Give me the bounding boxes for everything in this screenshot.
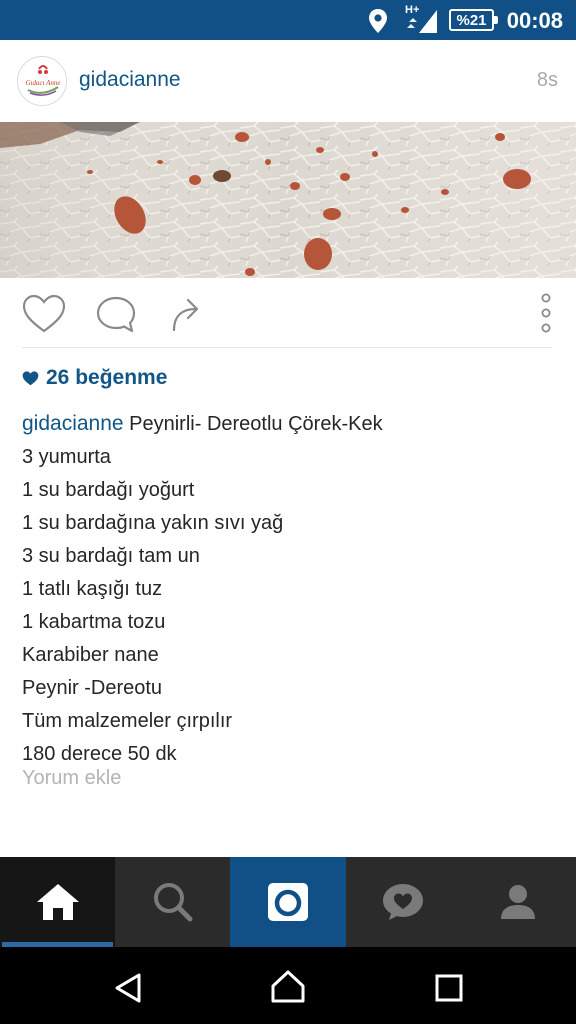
like-heart-icon [22,370,39,385]
back-icon[interactable] [111,971,145,1005]
camera-icon [267,883,308,921]
post-actions [0,278,576,348]
navigation-bar [0,947,576,1024]
caption-line: 1 su bardağına yakın sıvı yağ [22,512,284,534]
signal-icon [407,10,437,33]
search-icon [153,883,193,922]
activity-icon [383,884,424,920]
add-comment-link[interactable]: Yorum ekle [22,767,121,790]
avatar[interactable]: Gıdacı Anne [17,56,67,106]
tab-home[interactable] [0,857,116,947]
divider [22,347,552,348]
caption-line: Karabiber nane [22,644,159,666]
heart-icon[interactable] [22,294,66,334]
post-header: Gıdacı Anne gidacianne 8s [0,40,576,122]
caption-line: Peynir -Dereotu [22,677,163,699]
profile-icon [501,885,536,919]
caption-line: Tüm malzemeler çırpılır [22,710,233,732]
photo-image [0,122,576,278]
recents-icon[interactable] [434,973,464,1003]
more-icon[interactable] [538,293,554,335]
post-time: 8s [536,69,558,91]
status-bar: H+ %21 00:08 [0,0,576,40]
location-icon [369,9,387,33]
avatar-logo-icon: Gıdacı Anne [19,58,66,105]
comment-icon[interactable] [95,295,137,335]
likes-label: 26 beğenme [46,366,168,389]
caption-line: 1 kabartma tozu [22,611,166,633]
avatar-text: Gıdacı Anne [25,79,60,87]
caption-username[interactable]: gidacianne [22,412,124,435]
likes-count[interactable]: 26 beğenme [22,366,167,390]
post-caption: gidacianne Peynirli- Dereotlu Çörek-Kek … [22,407,562,771]
tab-activity[interactable] [346,857,461,947]
post-username[interactable]: gidacianne [79,68,181,92]
bottom-tab-bar [0,857,576,947]
share-icon[interactable] [170,296,210,332]
tab-profile[interactable] [461,857,576,947]
tab-camera[interactable] [230,857,346,947]
caption-line: 1 tatlı kaşığı tuz [22,578,163,600]
clock: 00:08 [506,8,563,33]
home-icon [36,884,79,920]
caption-first-line: gidacianne Peynirli- Dereotlu Çörek-Kek [22,407,562,441]
caption-line: 3 su bardağı tam un [22,545,200,567]
post-photo[interactable] [0,122,576,278]
tab-search[interactable] [115,857,230,947]
battery-label: %21 [456,12,487,29]
caption-title: Peynirli- Dereotlu Çörek-Kek [129,413,383,435]
caption-line: 1 su bardağı yoğurt [22,479,195,501]
caption-line: 3 yumurta [22,446,111,468]
battery-icon: %21 [449,9,498,31]
nav-home-icon[interactable] [270,969,306,1005]
